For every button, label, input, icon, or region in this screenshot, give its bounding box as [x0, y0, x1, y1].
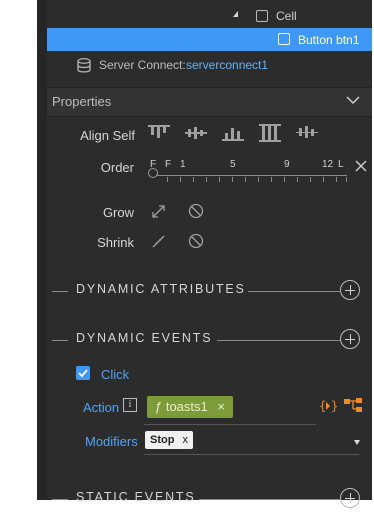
action-chip-label: ƒ toasts1 [155, 399, 208, 414]
section-divider [52, 291, 68, 292]
section-divider [248, 291, 340, 292]
properties-title: Properties [52, 94, 112, 109]
button-label: Button btn1 [298, 33, 360, 47]
add-dynamic-attribute-icon[interactable] [340, 280, 360, 300]
order-slider-handle[interactable] [148, 168, 158, 178]
order-tick-mark [271, 177, 272, 182]
order-tick-mark [310, 177, 311, 182]
cell-label: Cell [276, 9, 297, 23]
dynamic-attributes-title: DYNAMIC ATTRIBUTES [76, 282, 246, 296]
action-field-underline [144, 424, 316, 425]
database-icon [77, 58, 91, 73]
align-center-icon[interactable] [185, 127, 207, 139]
checkmark-icon [78, 369, 88, 378]
order-tick-mark [284, 177, 285, 182]
section-divider [217, 340, 340, 341]
clear-order-icon[interactable] [355, 160, 367, 172]
align-self-label: Align Self [80, 128, 135, 143]
cell-checkbox-icon[interactable] [256, 10, 268, 22]
action-label: Action [83, 400, 120, 415]
modifiers-dropdown-icon[interactable] [354, 440, 360, 445]
section-static-events[interactable]: STATIC EVENTS [47, 486, 372, 512]
modifiers-label: Modifiers [85, 434, 138, 449]
dynamic-events-title: DYNAMIC EVENTS [76, 331, 213, 345]
order-tick-mark [258, 177, 259, 182]
add-static-event-icon[interactable] [340, 488, 360, 508]
align-baseline-icon[interactable] [296, 126, 318, 140]
align-stretch-icon[interactable] [259, 124, 281, 142]
panel-left-border [37, 0, 47, 500]
button-checkbox-icon[interactable] [278, 33, 290, 45]
modifier-chip[interactable]: Stop x [145, 431, 194, 449]
order-tick-mark [245, 177, 246, 182]
svg-text:{: { [319, 399, 326, 413]
order-tick-mark [193, 177, 194, 182]
section-dynamic-attributes[interactable]: DYNAMIC ATTRIBUTES [47, 278, 372, 304]
align-start-icon[interactable] [148, 125, 170, 139]
grow-none-icon[interactable] [188, 203, 204, 219]
server-connect-prefix: Server Connect: [99, 58, 186, 72]
order-tick-mark [232, 177, 233, 182]
order-tick-mark [323, 177, 324, 182]
section-dynamic-events[interactable]: DYNAMIC EVENTS [47, 327, 372, 353]
shrink-compress-icon[interactable] [151, 234, 166, 249]
order-tick-mark [167, 177, 168, 182]
tree-row-cell[interactable]: Cell [47, 3, 372, 28]
order-tick-mark [180, 177, 181, 182]
shrink-label: Shrink [97, 235, 134, 250]
inspector-content: Cell Button btn1 Server Connect: serverc… [47, 0, 372, 508]
static-events-title: STATIC EVENTS [76, 490, 196, 504]
order-label: Order [100, 160, 134, 175]
order-tick-9: 9 [284, 159, 290, 170]
chevron-down-icon[interactable] [346, 95, 360, 105]
modifier-chip-remove[interactable]: x [183, 434, 189, 446]
order-tick-mark [206, 177, 207, 182]
align-end-icon[interactable] [222, 127, 244, 141]
click-event-checkbox[interactable] [76, 366, 90, 380]
data-bindings-icon[interactable]: { } [319, 398, 337, 414]
order-tick-1: 1 [180, 159, 186, 170]
order-tick-mark [346, 177, 347, 182]
section-divider [52, 340, 68, 341]
order-tick-12: 12 [322, 159, 334, 170]
order-tick-mark [297, 177, 298, 182]
properties-header[interactable]: Properties [47, 87, 372, 117]
info-icon[interactable]: i [123, 398, 137, 412]
shrink-none-icon[interactable] [188, 233, 204, 249]
order-track[interactable] [155, 175, 347, 176]
order-tick-mark [336, 177, 337, 182]
click-event-label[interactable]: Click [101, 367, 129, 382]
order-tick-5: 5 [230, 159, 236, 170]
action-chip-remove[interactable]: × [217, 399, 225, 414]
svg-text:}: } [331, 399, 337, 413]
tree-row-server-connect[interactable]: Server Connect: serverconnect1 [47, 52, 372, 77]
grow-label: Grow [102, 205, 134, 220]
order-tick-l: L [338, 159, 344, 170]
modifiers-field-underline [144, 454, 359, 455]
action-chip[interactable]: ƒ toasts1 × [147, 396, 233, 418]
grow-expand-icon[interactable] [151, 204, 166, 219]
add-dynamic-event-icon[interactable] [340, 329, 360, 349]
server-connect-name[interactable]: serverconnect1 [186, 58, 268, 72]
tree-row-button-selected[interactable]: Button btn1 [47, 28, 372, 51]
order-tick-mark [219, 177, 220, 182]
modifier-chip-label: Stop [150, 434, 175, 446]
collapse-triangle-icon[interactable] [233, 11, 238, 17]
flow-icon[interactable] [343, 397, 363, 413]
order-tick-f2: F [165, 159, 172, 170]
